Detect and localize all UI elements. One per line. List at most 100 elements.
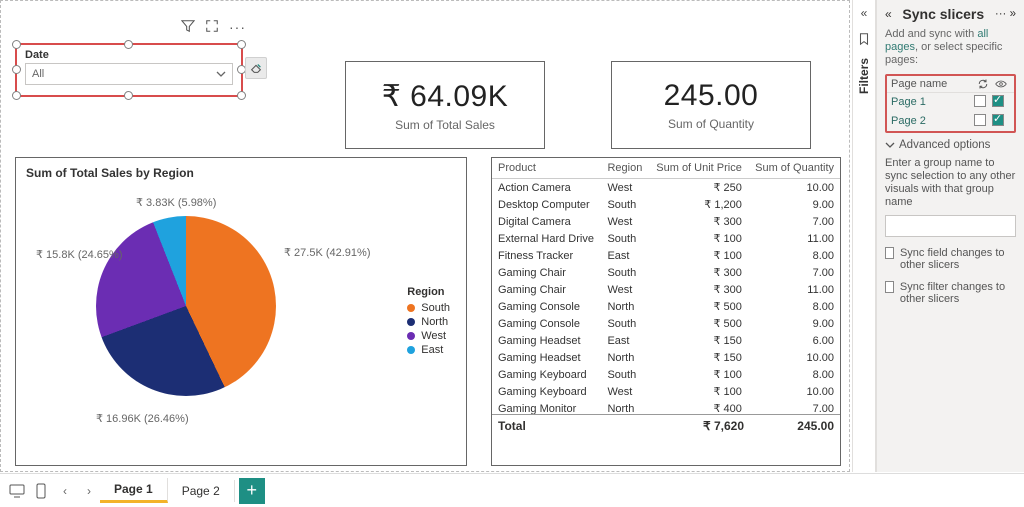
cell-quantity: 8.00 [748, 298, 840, 315]
table-row[interactable]: Gaming Monitor North ₹ 400 7.00 [492, 400, 840, 414]
cell-unit-price: ₹ 100 [649, 247, 748, 264]
visual-header-icons: ··· [181, 19, 246, 35]
cell-product: Gaming Keyboard [492, 383, 601, 400]
cell-quantity: 7.00 [748, 400, 840, 414]
next-page-icon[interactable]: › [78, 480, 100, 502]
sync-checkbox[interactable] [974, 114, 986, 126]
filters-label: Filters [857, 58, 871, 94]
table-row[interactable]: Gaming Console South ₹ 500 9.00 [492, 315, 840, 332]
page-sync-list: Page name Page 1 Page 2 [885, 74, 1016, 133]
checkbox[interactable] [885, 281, 894, 293]
cell-unit-price: ₹ 300 [649, 213, 748, 230]
collapse-icon[interactable]: « [885, 7, 892, 21]
slicer-dropdown[interactable]: All [25, 63, 233, 85]
page-name[interactable]: Page 2 [891, 115, 974, 127]
card-value: 245.00 [664, 79, 759, 113]
desktop-layout-icon[interactable] [6, 480, 28, 502]
cell-unit-price: ₹ 1,200 [649, 196, 748, 213]
advanced-options-toggle[interactable]: Advanced options [885, 139, 1016, 151]
visible-checkbox[interactable] [992, 114, 1004, 126]
card-total-sales[interactable]: ₹ 64.09K Sum of Total Sales [345, 61, 545, 149]
table-header[interactable]: Sum of Unit Price [649, 158, 748, 179]
pane-more-icon[interactable]: ··· » [995, 8, 1016, 20]
add-page-button[interactable]: + [239, 478, 265, 504]
sync-filter-option[interactable]: Sync filter changes to other slicers [885, 281, 1016, 305]
option-label: Sync filter changes to other slicers [900, 281, 1016, 305]
resize-handle[interactable] [237, 40, 246, 49]
clear-slicer-button[interactable] [245, 57, 267, 79]
table-header[interactable]: Region [601, 158, 648, 179]
cell-product: Gaming Console [492, 315, 601, 332]
total-label: Total [498, 419, 654, 433]
advanced-label: Advanced options [899, 139, 990, 151]
pie-chart-visual[interactable]: Sum of Total Sales by Region ₹ 27.5K (42… [15, 157, 467, 466]
page-name-header: Page name [891, 78, 974, 90]
checkbox[interactable] [885, 247, 894, 259]
pane-title: Sync slicers [902, 6, 984, 22]
cell-product: Desktop Computer [492, 196, 601, 213]
filters-pane-collapsed[interactable]: « Filters [852, 0, 876, 472]
cell-quantity: 11.00 [748, 230, 840, 247]
cell-unit-price: ₹ 500 [649, 315, 748, 332]
chevron-down-icon [885, 140, 895, 150]
table-total-row: Total ₹ 7,620 245.00 [492, 414, 840, 437]
resize-handle[interactable] [12, 65, 21, 74]
resize-handle[interactable] [12, 40, 21, 49]
focus-mode-icon[interactable] [205, 19, 219, 35]
card-quantity[interactable]: 245.00 Sum of Quantity [611, 61, 811, 149]
text: Add and sync with [885, 28, 977, 40]
table-row[interactable]: Gaming Keyboard South ₹ 100 8.00 [492, 366, 840, 383]
legend-swatch [407, 318, 415, 326]
sync-page-row: Page 1 [887, 93, 1014, 112]
table-row[interactable]: External Hard Drive South ₹ 100 11.00 [492, 230, 840, 247]
pie-chart[interactable] [96, 216, 276, 396]
cell-quantity: 9.00 [748, 315, 840, 332]
cell-region: South [601, 264, 648, 281]
table-scroll[interactable]: Product Region Sum of Unit Price Sum of … [492, 158, 840, 414]
table-row[interactable]: Fitness Tracker East ₹ 100 8.00 [492, 247, 840, 264]
table-row[interactable]: Action Camera West ₹ 250 10.00 [492, 179, 840, 197]
table-row[interactable]: Desktop Computer South ₹ 1,200 9.00 [492, 196, 840, 213]
page-tab[interactable]: Page 1 [100, 478, 168, 503]
table-row[interactable]: Digital Camera West ₹ 300 7.00 [492, 213, 840, 230]
cell-region: West [601, 383, 648, 400]
sync-page-row: Page 2 [887, 112, 1014, 131]
resize-handle[interactable] [124, 91, 133, 100]
legend-item[interactable]: West [407, 330, 450, 342]
report-canvas[interactable]: ··· Date All ₹ 64.09K Sum of Total Sales… [0, 0, 850, 472]
legend-item[interactable]: East [407, 344, 450, 356]
mobile-layout-icon[interactable] [30, 480, 52, 502]
table-row[interactable]: Gaming Keyboard West ₹ 100 10.00 [492, 383, 840, 400]
sync-checkbox[interactable] [974, 95, 986, 107]
filter-icon[interactable] [181, 19, 195, 35]
more-icon[interactable]: ··· [229, 19, 246, 35]
legend-item[interactable]: South [407, 302, 450, 314]
page-tab[interactable]: Page 2 [168, 480, 235, 502]
cell-product: Fitness Tracker [492, 247, 601, 264]
table-row[interactable]: Gaming Chair South ₹ 300 7.00 [492, 264, 840, 281]
table-header[interactable]: Product [492, 158, 601, 179]
legend-item[interactable]: North [407, 316, 450, 328]
table-visual[interactable]: Product Region Sum of Unit Price Sum of … [491, 157, 841, 466]
page-name[interactable]: Page 1 [891, 96, 974, 108]
table-header[interactable]: Sum of Quantity [748, 158, 840, 179]
table-row[interactable]: Gaming Headset East ₹ 150 6.00 [492, 332, 840, 349]
date-slicer-visual[interactable]: Date All [15, 43, 243, 97]
cell-product: Digital Camera [492, 213, 601, 230]
table-row[interactable]: Gaming Headset North ₹ 150 10.00 [492, 349, 840, 366]
expand-icon[interactable]: « [861, 6, 868, 20]
resize-handle[interactable] [237, 91, 246, 100]
table-row[interactable]: Gaming Chair West ₹ 300 11.00 [492, 281, 840, 298]
prev-page-icon[interactable]: ‹ [54, 480, 76, 502]
page-tab-bar: ‹ › Page 1 Page 2 + [0, 473, 1024, 507]
table-row[interactable]: Gaming Console North ₹ 500 8.00 [492, 298, 840, 315]
visible-checkbox[interactable] [992, 95, 1004, 107]
sync-field-option[interactable]: Sync field changes to other slicers [885, 247, 1016, 271]
resize-handle[interactable] [12, 91, 21, 100]
table-header-row: Product Region Sum of Unit Price Sum of … [492, 158, 840, 179]
bookmark-icon[interactable] [857, 32, 871, 46]
resize-handle[interactable] [124, 40, 133, 49]
cell-unit-price: ₹ 500 [649, 298, 748, 315]
legend-label: West [421, 330, 446, 342]
group-name-input[interactable] [885, 215, 1016, 237]
